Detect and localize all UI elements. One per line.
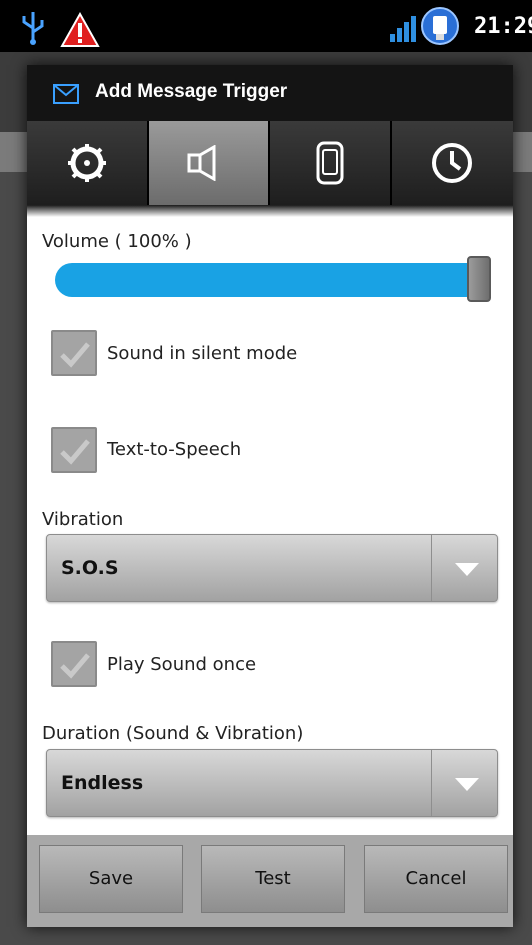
status-time: 21:29 <box>474 14 532 39</box>
tab-schedule[interactable] <box>391 121 513 205</box>
sound-in-silent-label: Sound in silent mode <box>107 343 298 364</box>
dialog-title: Add Message Trigger <box>95 81 288 102</box>
check-icon <box>60 653 90 679</box>
tab-general[interactable] <box>27 121 149 205</box>
mail-icon <box>53 84 79 104</box>
tab-bar <box>27 121 513 205</box>
speaker-icon <box>187 145 216 181</box>
usb-icon <box>22 12 44 45</box>
cancel-button[interactable]: Cancel <box>364 845 508 913</box>
duration-spinner[interactable]: Endless <box>46 749 498 817</box>
vibration-label: Vibration <box>42 509 124 530</box>
duration-label: Duration (Sound & Vibration) <box>42 723 304 744</box>
clock-icon <box>432 143 473 183</box>
phone-icon <box>316 141 344 185</box>
sound-in-silent-checkbox[interactable] <box>51 330 97 376</box>
vibration-spinner[interactable]: S.O.S <box>46 534 498 602</box>
text-to-speech-label: Text-to-Speech <box>107 439 242 460</box>
warning-icon <box>60 12 100 47</box>
tab-sound[interactable] <box>148 121 270 205</box>
dialog-header: Add Message Trigger <box>27 65 513 121</box>
chevron-down-icon <box>455 778 479 791</box>
volume-slider-thumb[interactable] <box>467 256 491 302</box>
volume-slider[interactable] <box>55 263 489 297</box>
dialog-footer: Save Test Cancel <box>27 835 513 927</box>
test-button[interactable]: Test <box>201 845 345 913</box>
spinner-divider <box>431 750 432 816</box>
check-icon <box>60 439 90 465</box>
duration-value: Endless <box>61 772 144 794</box>
vibration-value: S.O.S <box>61 557 119 579</box>
signal-icon <box>390 16 416 42</box>
save-button[interactable]: Save <box>39 845 183 913</box>
spinner-divider <box>431 535 432 601</box>
volume-label: Volume ( 100% ) <box>42 231 192 252</box>
text-to-speech-checkbox[interactable] <box>51 427 97 473</box>
sound-settings: Volume ( 100% ) Sound in silent mode Tex… <box>27 205 513 835</box>
check-icon <box>60 342 90 368</box>
tab-device[interactable] <box>270 121 392 205</box>
play-sound-once-label: Play Sound once <box>107 654 257 675</box>
chevron-down-icon <box>455 563 479 576</box>
add-message-trigger-dialog: Add Message Trigger Volume (100%) Soun… <box>27 65 513 927</box>
gear-icon <box>67 144 106 182</box>
globe-sync-icon <box>421 7 459 45</box>
play-sound-once-checkbox[interactable] <box>51 641 97 687</box>
status-bar: 21:29 <box>0 0 532 52</box>
